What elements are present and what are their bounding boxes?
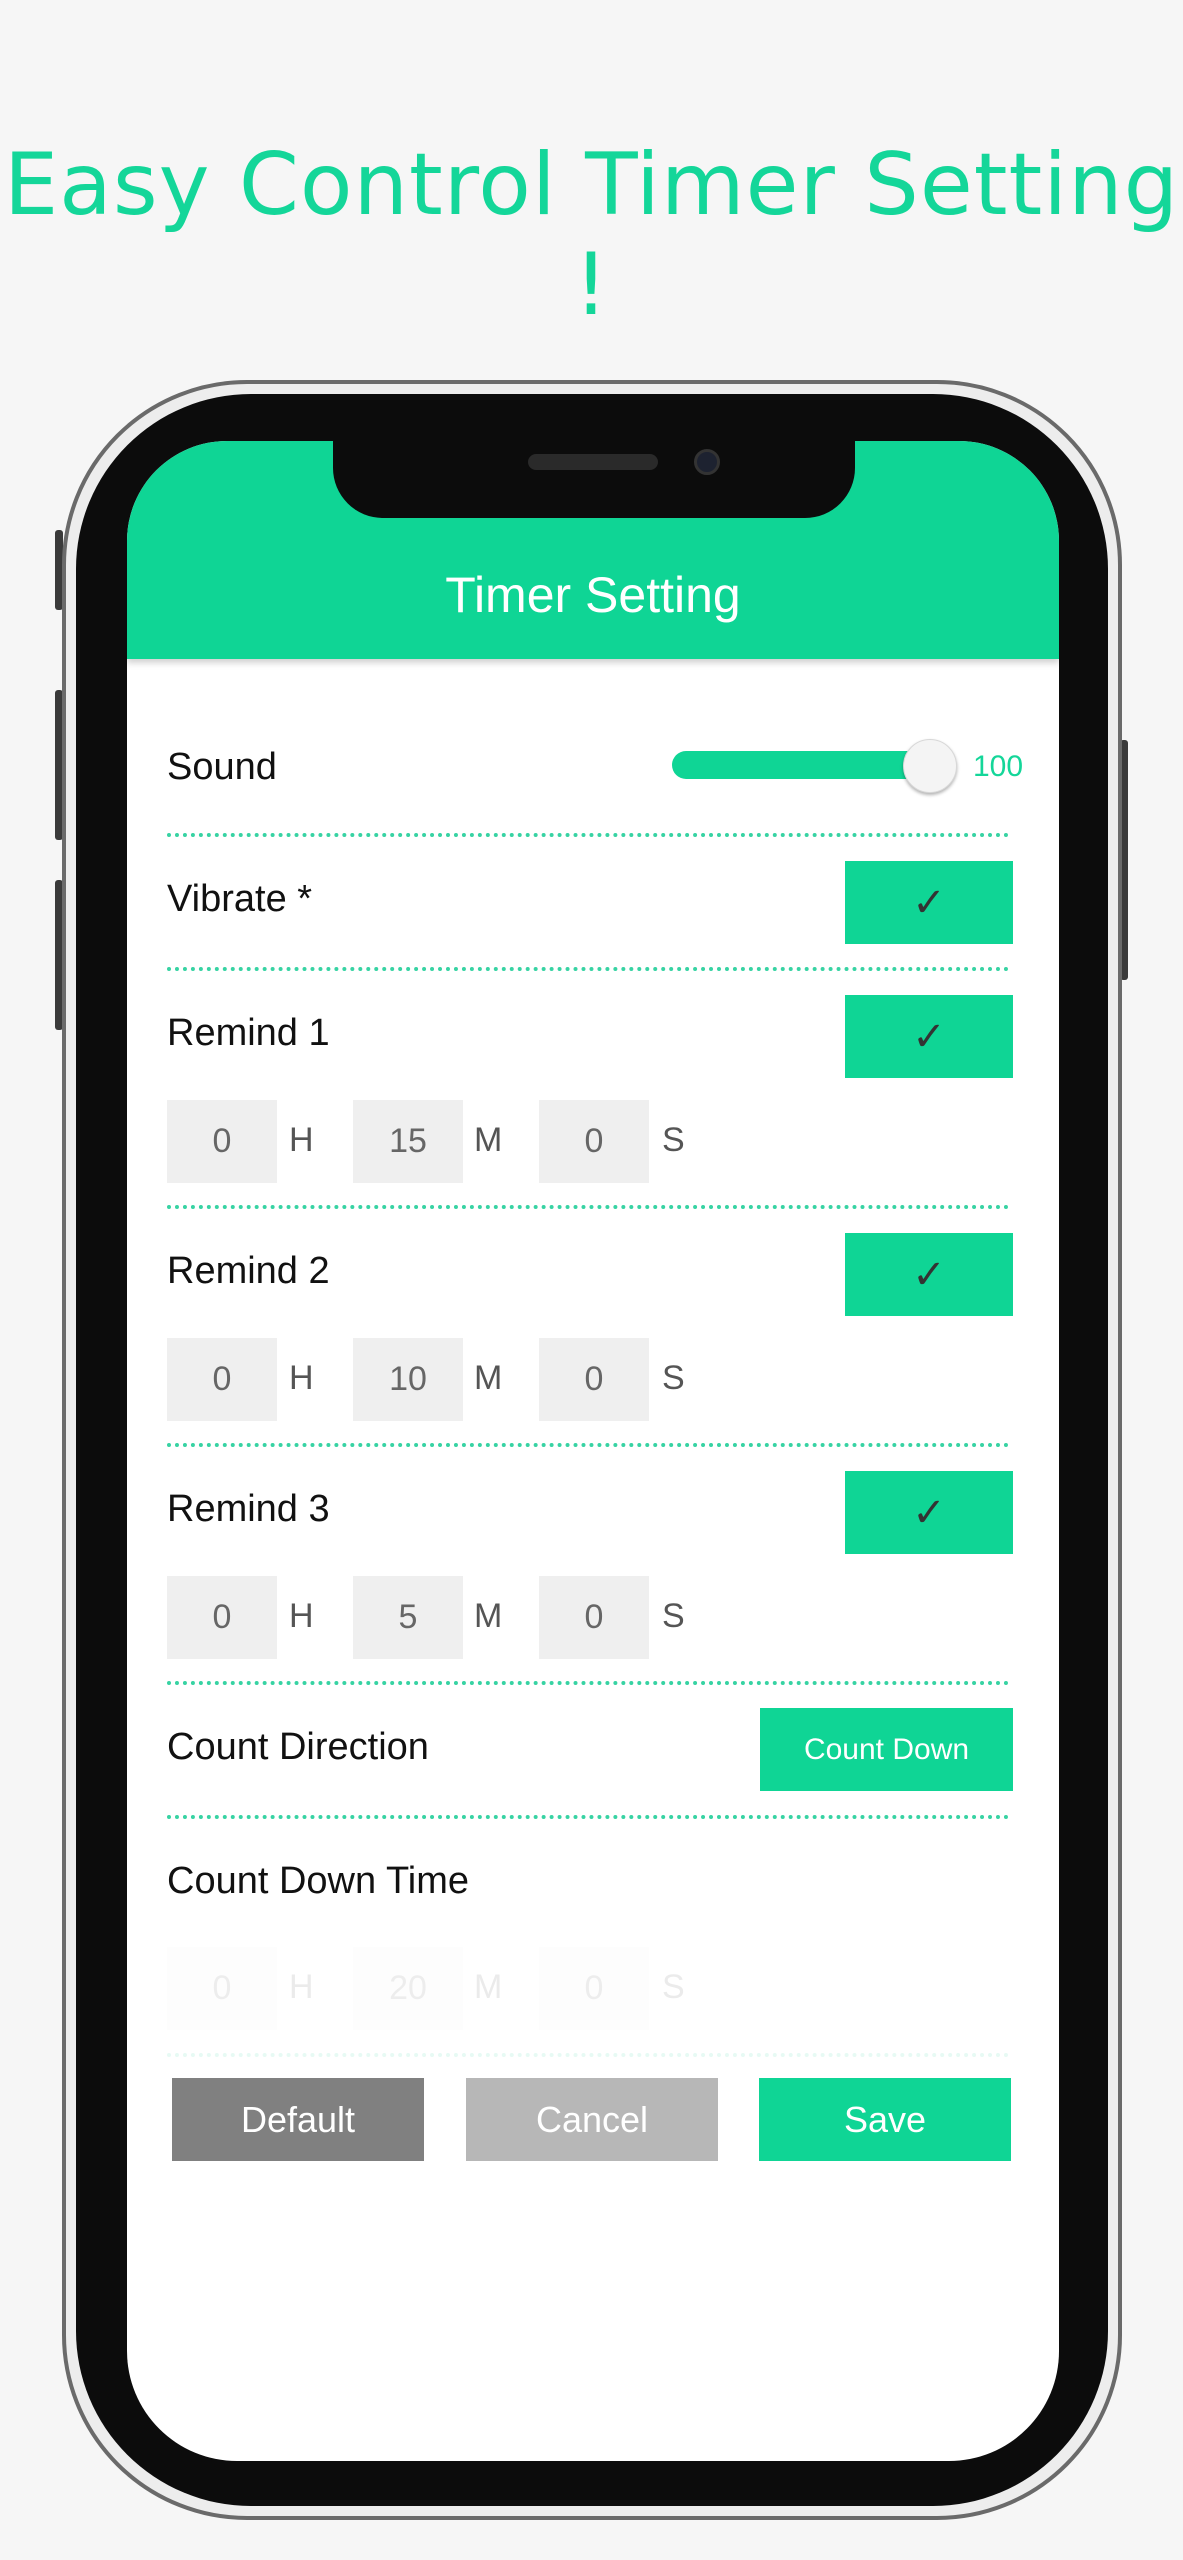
remind3-seconds-input[interactable]: 0 — [539, 1576, 649, 1659]
countdown-time-label: Count Down Time — [167, 1860, 470, 1902]
remind3-label: Remind 3 — [167, 1488, 330, 1530]
remind2-hours-input[interactable]: 0 — [167, 1338, 277, 1421]
front-camera — [694, 449, 720, 475]
hours-unit: H — [289, 1359, 314, 1397]
check-icon: ✓ — [912, 1490, 946, 1535]
check-icon: ✓ — [912, 880, 946, 925]
seconds-unit: S — [662, 1597, 685, 1635]
sound-label: Sound — [167, 746, 277, 788]
sound-slider-track[interactable] — [672, 751, 927, 779]
remind1-seconds-input[interactable]: 0 — [539, 1100, 649, 1183]
page-title: Timer Setting — [445, 567, 741, 623]
minutes-unit: M — [474, 1359, 503, 1397]
speaker-grille — [528, 454, 658, 470]
remind3-toggle[interactable]: ✓ — [845, 1471, 1013, 1554]
divider — [167, 1815, 1009, 1819]
remind2-label: Remind 2 — [167, 1250, 330, 1292]
remind2-toggle[interactable]: ✓ — [845, 1233, 1013, 1316]
sound-value: 100 — [973, 750, 1024, 783]
divider — [167, 2053, 1009, 2057]
check-icon: ✓ — [912, 1252, 946, 1297]
default-button[interactable]: Default — [172, 2078, 424, 2161]
hours-unit: H — [289, 1968, 314, 2006]
countdown-seconds-input[interactable]: 0 — [539, 1947, 649, 2030]
minutes-unit: M — [474, 1968, 503, 2006]
check-icon: ✓ — [912, 1014, 946, 1059]
sound-slider-knob[interactable] — [903, 739, 957, 793]
countdown-hours-input[interactable]: 0 — [167, 1947, 277, 2030]
promo-headline: Easy Control Timer Setting ! — [3, 135, 1180, 335]
remind1-label: Remind 1 — [167, 1012, 330, 1054]
hours-unit: H — [289, 1121, 314, 1159]
count-direction-label: Count Direction — [167, 1726, 429, 1768]
remind2-seconds-input[interactable]: 0 — [539, 1338, 649, 1421]
save-button[interactable]: Save — [759, 2078, 1011, 2161]
cancel-button[interactable]: Cancel — [466, 2078, 718, 2161]
seconds-unit: S — [662, 1121, 685, 1159]
remind1-toggle[interactable]: ✓ — [845, 995, 1013, 1078]
vibrate-toggle[interactable]: ✓ — [845, 861, 1013, 944]
app-screen: Timer Setting Sound 100 Vibrate * ✓ Remi… — [127, 441, 1059, 2461]
hours-unit: H — [289, 1597, 314, 1635]
divider — [167, 1205, 1009, 1209]
remind3-hours-input[interactable]: 0 — [167, 1576, 277, 1659]
phone-notch — [333, 430, 855, 518]
countdown-minutes-input[interactable]: 20 — [353, 1947, 463, 2030]
divider — [167, 1443, 1009, 1447]
divider — [167, 967, 1009, 971]
remind3-minutes-input[interactable]: 5 — [353, 1576, 463, 1659]
count-direction-button[interactable]: Count Down — [760, 1708, 1013, 1791]
minutes-unit: M — [474, 1121, 503, 1159]
seconds-unit: S — [662, 1968, 685, 2006]
seconds-unit: S — [662, 1359, 685, 1397]
vibrate-label: Vibrate * — [167, 878, 313, 920]
remind1-minutes-input[interactable]: 15 — [353, 1100, 463, 1183]
divider — [167, 833, 1009, 837]
minutes-unit: M — [474, 1597, 503, 1635]
remind2-minutes-input[interactable]: 10 — [353, 1338, 463, 1421]
remind1-hours-input[interactable]: 0 — [167, 1100, 277, 1183]
divider — [167, 1681, 1009, 1685]
